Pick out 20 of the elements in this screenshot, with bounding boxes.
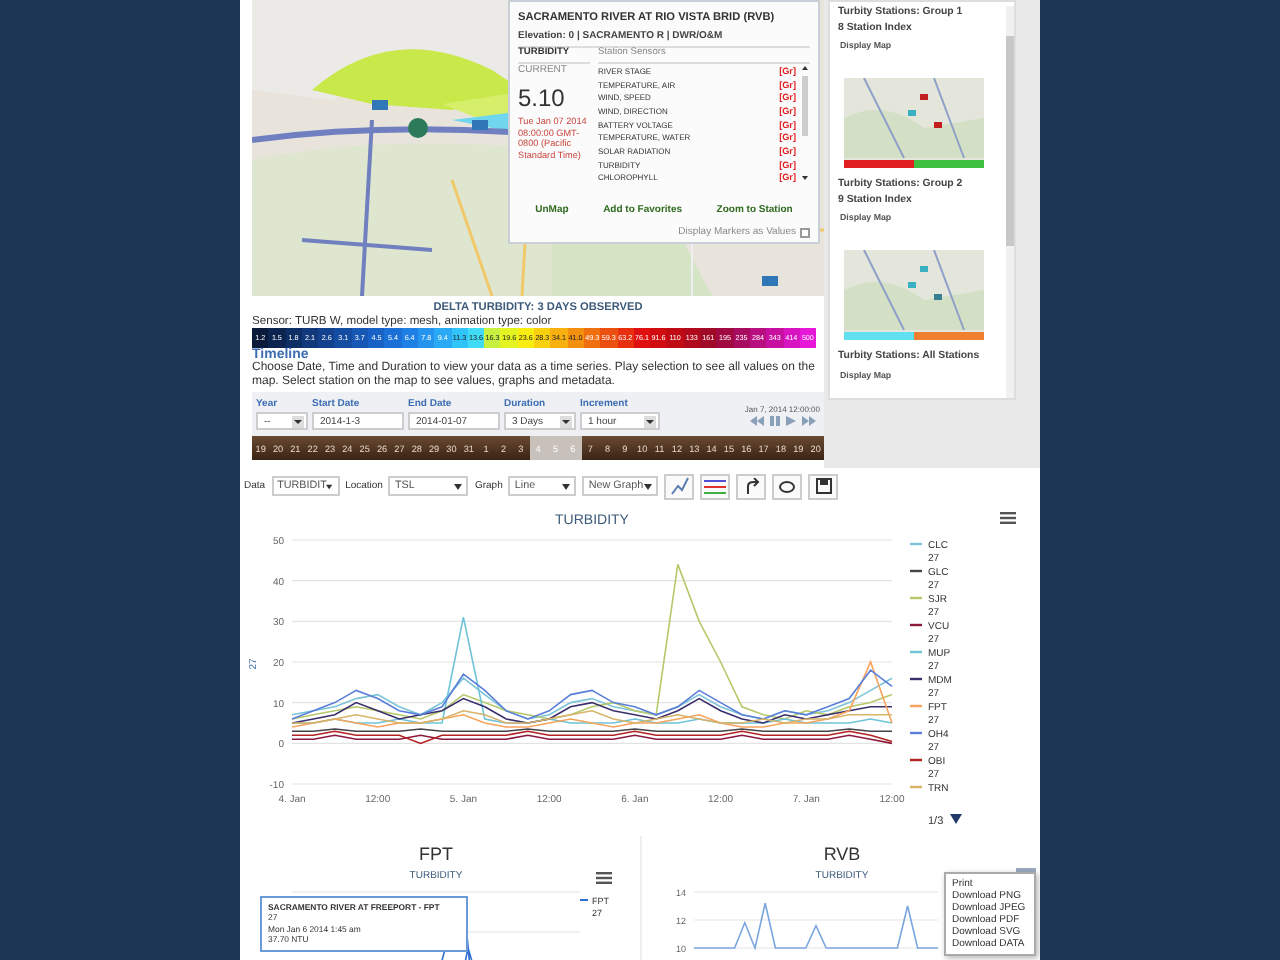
chart-title: FPT	[419, 844, 453, 864]
chart-icon[interactable]	[664, 473, 695, 499]
caret-icon	[454, 483, 463, 489]
save-icon[interactable]	[808, 473, 839, 499]
checkbox[interactable]	[800, 227, 810, 238]
scrollbar	[800, 64, 810, 184]
menu-icon[interactable]	[596, 872, 612, 884]
caret-icon	[326, 483, 334, 489]
refresh-icon[interactable]	[772, 473, 803, 499]
current-value: 5.10	[518, 84, 567, 112]
caret-icon	[292, 415, 304, 428]
caret-icon	[562, 483, 571, 489]
redo-icon[interactable]	[736, 473, 767, 499]
lines-icon[interactable]	[700, 473, 731, 499]
menu-icon[interactable]	[1000, 512, 1016, 524]
page-down-icon[interactable]	[950, 814, 962, 824]
caret-icon	[644, 415, 656, 428]
caret-icon	[560, 415, 572, 428]
caret-icon	[644, 483, 653, 489]
chart-title: RVB	[822, 844, 860, 864]
